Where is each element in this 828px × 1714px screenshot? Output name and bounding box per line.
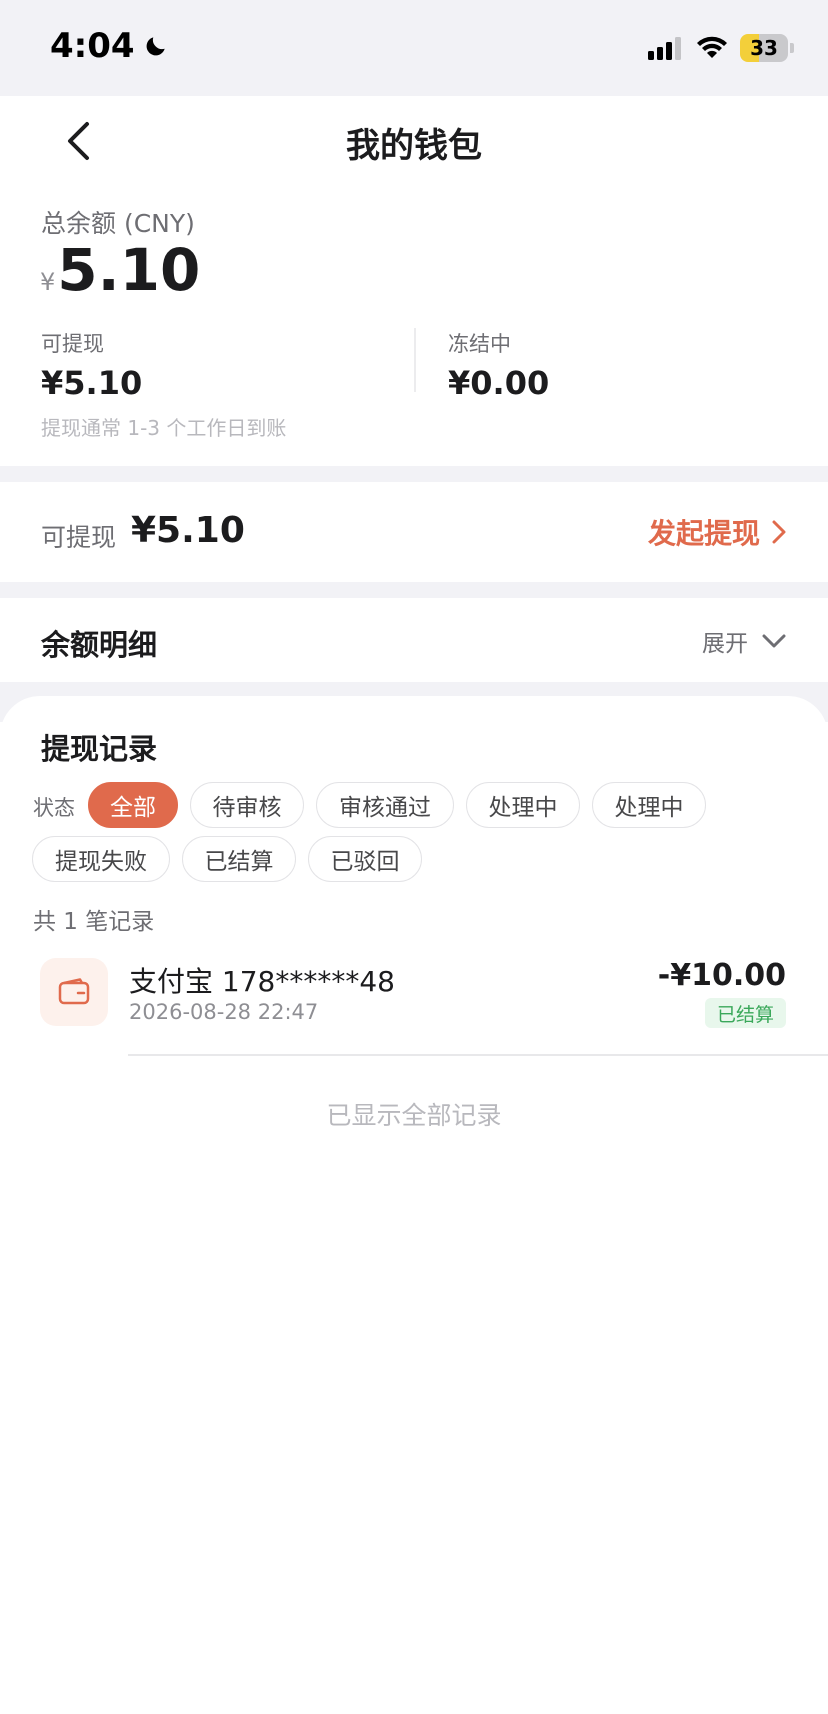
withdraw-available-label: 可提现 [41,523,117,552]
filter-chip-processing-2[interactable]: 处理中 [592,782,706,828]
wifi-icon [697,36,727,58]
balance-detail-row: 余额明细 展开 [0,598,828,682]
available-label: 可提现 [41,332,104,356]
frozen-label: 冻结中 [448,332,511,356]
battery-indicator: 33 [740,34,794,62]
filter-chip-failed[interactable]: 提现失败 [32,836,170,882]
withdraw-available-value: ¥5.10 [131,510,245,551]
withdraw-time-note: 提现通常 1-3 个工作日到账 [41,416,287,440]
record-icon-box [40,958,108,1026]
record-amount: -¥10.00 [657,958,786,993]
end-of-list-note: 已显示全部记录 [326,1101,502,1130]
record-time: 2026-08-28 22:47 [129,1000,319,1024]
status-filter-label: 状态 [33,796,75,820]
status-bar: 4:04 33 [0,0,828,96]
filter-chip-processing[interactable]: 处理中 [466,782,580,828]
chevron-right-icon [772,520,786,544]
expand-label: 展开 [702,631,748,657]
records-title: 提现记录 [41,732,158,766]
available-value: ¥5.10 [41,364,143,402]
filter-chip-rejected[interactable]: 已驳回 [308,836,422,882]
total-balance-amount: ¥ 5.10 [40,236,200,304]
vertical-divider [414,328,416,392]
start-withdraw-label: 发起提现 [647,517,760,550]
available-balance: 可提现 ¥5.10 [41,328,142,402]
moon-icon [146,37,165,56]
frozen-balance: 冻结中 ¥0.00 [448,328,549,402]
currency-symbol: ¥ [40,268,56,296]
page-title: 我的钱包 [346,126,482,166]
section-gap [0,466,828,482]
record-count: 共 1 笔记录 [33,909,155,935]
filter-chip-settled[interactable]: 已结算 [182,836,296,882]
expand-toggle[interactable]: 展开 [702,624,786,658]
section-gap [0,582,828,598]
start-withdraw-button[interactable]: 发起提现 [648,512,786,552]
battery-cap [790,43,794,53]
record-item[interactable]: 支付宝 178******48 2026-08-28 22:47 -¥10.00… [0,954,828,1054]
nav-bar: 我的钱包 [0,96,828,186]
balance-card: 总余额 (CNY) ¥ 5.10 可提现 ¥5.10 冻结中 ¥0.00 提现通… [0,186,828,466]
withdraw-row: 可提现 ¥5.10 发起提现 [0,482,828,582]
filter-chip-pending-review[interactable]: 待审核 [190,782,304,828]
status-time-text: 4:04 [50,26,135,66]
frozen-value: ¥0.00 [448,364,550,402]
record-divider [128,1054,828,1056]
balance-detail-title: 余额明细 [41,628,158,662]
filter-chip-all[interactable]: 全部 [88,782,178,828]
chevron-down-icon [762,634,786,648]
total-balance-label: 总余额 (CNY) [41,209,195,238]
status-time: 4:04 [50,26,169,66]
withdraw-records-section: 提现记录 状态 全部 待审核 审核通过 处理中 处理中 提现失败 已结算 已驳回… [0,696,828,1714]
status-icons: 33 [648,34,794,62]
total-balance-value: 5.10 [57,236,201,304]
record-status-badge: 已结算 [704,998,786,1028]
filter-chip-approved[interactable]: 审核通过 [316,782,454,828]
battery-level: 33 [740,34,788,62]
wallet-icon [58,978,90,1005]
record-title: 支付宝 178******48 [129,965,395,998]
cellular-signal-icon [648,37,681,60]
